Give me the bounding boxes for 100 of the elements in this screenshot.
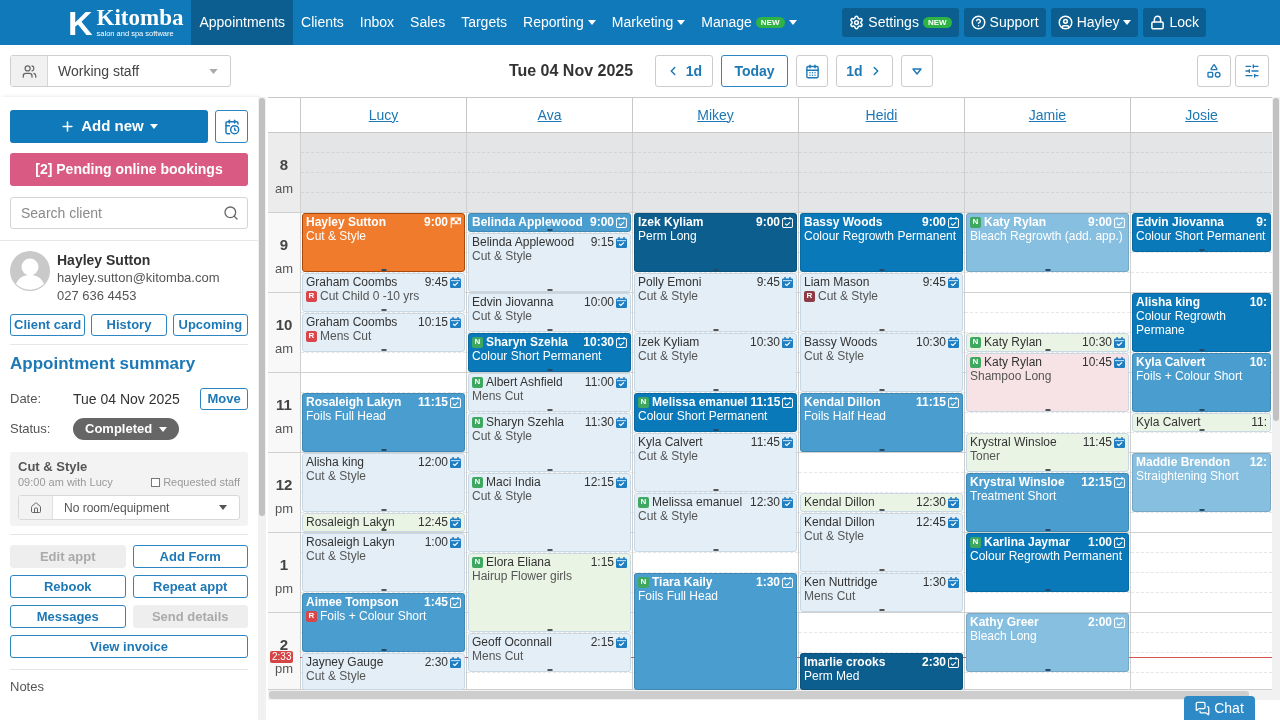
appointment-card[interactable]: Izek Kyliam 9:00 Perm Long (634, 213, 797, 272)
resize-handle[interactable] (1199, 249, 1204, 251)
resize-handle[interactable] (547, 229, 552, 231)
appointment-card[interactable]: Geoff Oconnall 2:15 Mens Cut (468, 633, 631, 672)
resize-handle[interactable] (879, 269, 884, 271)
appointment-card[interactable]: Rosaleigh Lakyn 1:00 Cut & Style (302, 533, 465, 592)
nav-tab[interactable]: Manage NEW (693, 0, 805, 45)
nav-tab[interactable]: Inbox (351, 0, 403, 45)
checkbox[interactable] (151, 477, 161, 487)
appointment-card[interactable]: Graham Coombs 9:45 R Cut Child 0 -10 yrs (302, 273, 465, 312)
appointment-card[interactable]: N Katy Rylan 10:45 Shampoo Long (966, 353, 1129, 412)
pending-bookings-button[interactable]: [2] Pending online bookings (10, 153, 248, 186)
resize-handle[interactable] (879, 449, 884, 451)
appointment-card[interactable]: Belinda Applewood 9:15 Cut & Style (468, 233, 631, 292)
scrollbar-thumb[interactable] (1273, 98, 1279, 421)
nav-tab[interactable]: Targets (453, 0, 516, 45)
appointment-card[interactable]: Bassy Woods 10:30 Cut & Style (800, 333, 963, 392)
resize-handle[interactable] (547, 669, 552, 671)
staff-name-link[interactable]: Ava (537, 104, 562, 126)
nav-tab[interactable]: Appointments (191, 0, 294, 45)
appointment-card[interactable]: N Katy Rylan 9:00 Bleach Regrowth (add. app.) (966, 213, 1129, 272)
appointment-card[interactable]: Rosaleigh Lakyn 11:15 Foils Full Head (302, 393, 465, 452)
appointment-card[interactable]: Krystral Winsloe 11:45 Toner (966, 433, 1129, 472)
appointment-card[interactable]: Kyla Calvert 11:45 Cut & Style (634, 433, 797, 492)
appointment-card[interactable]: Kyla Calvert 11: (1132, 413, 1271, 432)
appointment-card[interactable]: Ken Nuttridge 1:30 Mens Cut (800, 573, 963, 612)
appointment-card[interactable]: Hayley Sutton 9:00 Cut & Style (302, 213, 465, 272)
nav-tab[interactable]: Sales (402, 0, 454, 45)
resize-handle[interactable] (547, 409, 552, 411)
resize-handle[interactable] (381, 649, 386, 651)
resize-handle[interactable] (713, 329, 718, 331)
appointment-card[interactable]: N Melissa emanuel 11:15 Colour Short Permanent (634, 393, 797, 432)
resize-handle[interactable] (547, 629, 552, 631)
appointment-card[interactable]: Jayney Gauge 2:30 Cut & Style (302, 653, 465, 690)
appointment-action-button[interactable]: Add Form (132, 545, 248, 568)
resize-handle[interactable] (713, 389, 718, 391)
scrollbar-thumb[interactable] (259, 98, 265, 516)
chat-button[interactable]: Chat (1184, 696, 1255, 720)
resize-handle[interactable] (879, 389, 884, 391)
client-action-button[interactable]: Upcoming (172, 314, 248, 336)
appointment-card[interactable]: Krystral Winsloe 12:15 Treatment Short (966, 473, 1129, 532)
staff-name-link[interactable]: Josie (1185, 104, 1218, 126)
client-action-button[interactable]: History (91, 314, 167, 336)
appointment-action-button[interactable]: Rebook (10, 575, 126, 598)
resize-handle[interactable] (381, 449, 386, 451)
appointment-card[interactable]: N Sharyn Szehla 10:30 Colour Short Permanent (468, 333, 631, 372)
staff-filter-dropdown[interactable]: Working staff (10, 55, 231, 87)
client-action-button[interactable]: Client card (10, 314, 86, 336)
appointment-card[interactable]: N Katy Rylan 10:30 (966, 333, 1129, 352)
previous-day-button[interactable]: 1d (655, 55, 713, 87)
appointment-card[interactable]: Edvin Jiovanna 10:00 Cut & Style (468, 293, 631, 332)
appointment-card[interactable]: Belinda Applewood 9:00 (468, 213, 631, 232)
appointment-card[interactable]: N Albert Ashfield 11:00 Mens Cut (468, 373, 631, 412)
appointment-card[interactable]: Kendal Dillon 12:45 Cut & Style (800, 513, 963, 572)
room-equipment-dropdown[interactable]: No room/equipment (18, 495, 240, 520)
appointment-action-button[interactable]: Repeat appt (132, 575, 248, 598)
resize-handle[interactable] (1045, 269, 1050, 271)
today-button[interactable]: Today (721, 55, 788, 87)
resize-handle[interactable] (381, 529, 386, 531)
appointment-card[interactable]: N Karlina Jaymar 1:00 Colour Regrowth Permanent (966, 533, 1129, 592)
move-button[interactable]: Move (200, 388, 248, 410)
header-button[interactable]: Lock (1143, 8, 1206, 37)
resize-handle[interactable] (381, 349, 386, 351)
resize-handle[interactable] (1199, 509, 1204, 511)
status-dropdown[interactable]: Completed (73, 418, 180, 440)
resize-handle[interactable] (713, 269, 718, 271)
staff-name-link[interactable]: Heidi (865, 104, 898, 126)
staff-name-link[interactable]: Mikey (697, 104, 734, 126)
resize-handle[interactable] (547, 549, 552, 551)
staff-name-link[interactable]: Lucy (368, 104, 399, 126)
appointment-card[interactable]: Aimee Tompson 1:45 R Foils + Colour Short (302, 593, 465, 652)
nav-tab[interactable]: Marketing (603, 0, 694, 45)
header-button[interactable]: Support (963, 8, 1046, 37)
resize-handle[interactable] (547, 329, 552, 331)
resize-handle[interactable] (1045, 409, 1050, 411)
appointment-card[interactable]: Alisha king 12:00 Cut & Style (302, 453, 465, 512)
scrollbar-thumb[interactable] (269, 691, 1249, 699)
resize-handle[interactable] (547, 369, 552, 371)
resize-handle[interactable] (547, 289, 552, 291)
nav-tab[interactable]: Reporting (515, 0, 604, 45)
appointment-card[interactable]: Liam Mason 9:45 R Cut & Style (800, 273, 963, 332)
appointment-card[interactable]: Edvin Jiovanna 9: Colour Short Permanent (1132, 213, 1271, 252)
calendar-clock-button[interactable] (215, 110, 248, 143)
resize-handle[interactable] (1045, 589, 1050, 591)
resize-handle[interactable] (381, 309, 386, 311)
resize-handle[interactable] (713, 549, 718, 551)
appointment-card[interactable]: Kyla Calvert 10: Foils + Colour Short (1132, 353, 1271, 412)
appointment-card[interactable]: Rosaleigh Lakyn 12:45 (302, 513, 465, 532)
resize-handle[interactable] (713, 429, 718, 431)
add-new-button[interactable]: Add new (10, 110, 208, 143)
resize-handle[interactable] (879, 329, 884, 331)
nav-tab[interactable]: Clients (293, 0, 352, 45)
resize-handle[interactable] (1199, 409, 1204, 411)
resize-handle[interactable] (1199, 349, 1204, 351)
staff-name-link[interactable]: Jamie (1028, 104, 1067, 126)
header-button[interactable]: Hayley (1050, 8, 1139, 37)
appointment-card[interactable]: N Sharyn Szehla 11:30 Cut & Style (468, 413, 631, 472)
appointment-card[interactable]: Izek Kyliam 10:30 Cut & Style (634, 333, 797, 392)
resize-handle[interactable] (879, 569, 884, 571)
appointment-card[interactable]: N Tiara Kaily 1:30 Foils Full Head (634, 573, 797, 690)
